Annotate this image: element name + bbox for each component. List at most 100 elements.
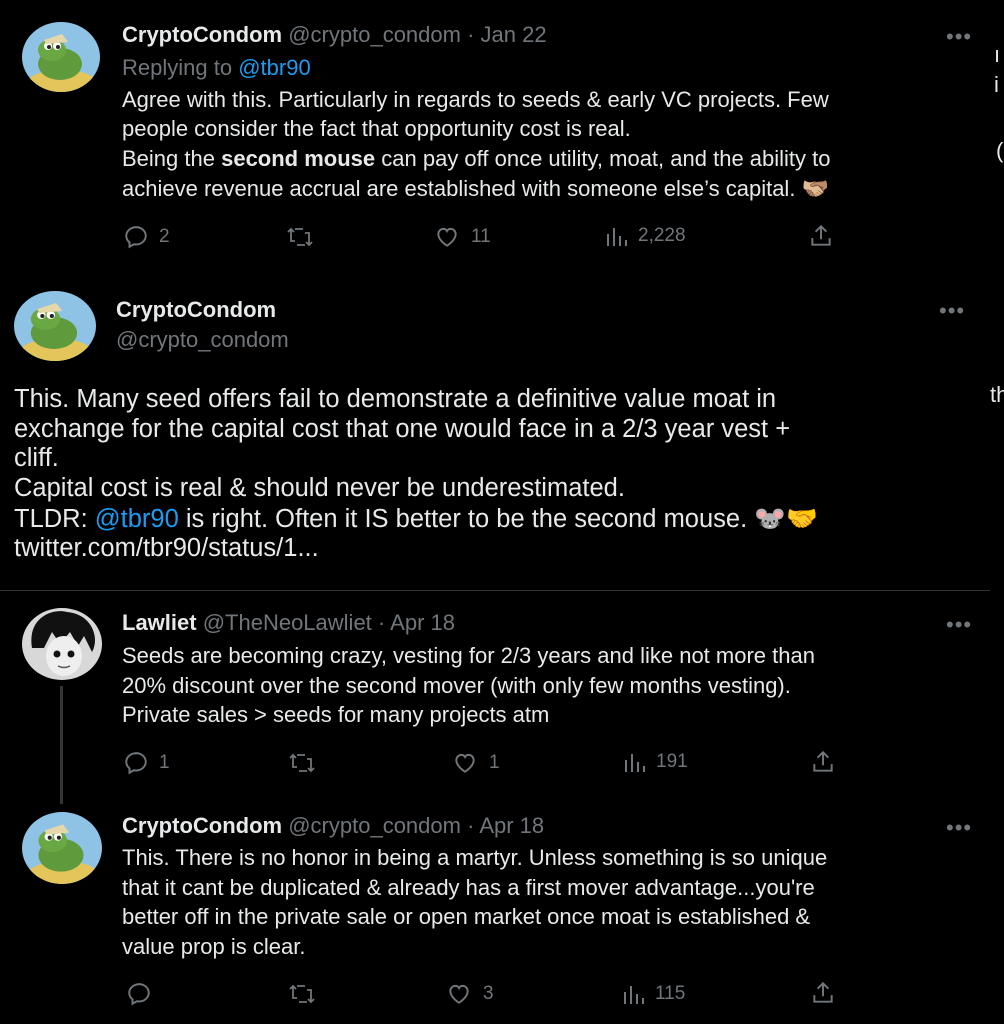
like-count: 1 [489, 752, 500, 773]
clipped-edge-text: th [990, 382, 1004, 407]
retweet-button[interactable] [288, 750, 316, 776]
retweet-button[interactable] [286, 224, 314, 250]
tweet1-line4: achieve revenue accrual are established … [122, 176, 829, 202]
share-icon [813, 750, 833, 772]
share-icon [811, 224, 831, 246]
tweet4-line3: better off in the private sale or open m… [122, 904, 811, 929]
tweet2-line2: exchange for the capital cost that one w… [14, 415, 791, 443]
retweet-icon [289, 753, 315, 773]
divider [0, 590, 990, 591]
avatar-cryptocondom[interactable] [14, 291, 96, 361]
retweet-icon [289, 984, 315, 1004]
views-icon [624, 986, 644, 1004]
avatar-lawliet[interactable] [22, 608, 102, 680]
like-button[interactable]: 1 [451, 750, 500, 776]
reply-icon [125, 226, 147, 249]
tweet2-line1: This. Many seed offers fail to demonstra… [14, 385, 777, 413]
heart-icon [437, 227, 457, 247]
frog-avatar-icon [22, 22, 100, 92]
views-icon [625, 754, 645, 772]
reply-icon [125, 752, 147, 775]
line3-start: Being the [122, 146, 215, 171]
more-options-icon[interactable]: ••• [939, 298, 965, 324]
reply-button[interactable]: 2 [123, 224, 170, 250]
tweet4-line4: value prop is clear. [122, 934, 306, 959]
views-button[interactable]: 2,228 [604, 224, 686, 248]
clipped-edge-text: i [994, 72, 999, 97]
more-options-icon[interactable]: ••• [946, 24, 972, 50]
share-icon [813, 981, 833, 1003]
reply-button[interactable]: 1 [123, 750, 170, 776]
tweet2-line3: cliff. [14, 444, 59, 472]
mention-link[interactable]: @tbr90 [95, 505, 179, 533]
tweet2-line4: Capital cost is real & should never be u… [14, 474, 625, 502]
tweet1-line1: Agree with this. Particularly in regards… [122, 87, 829, 112]
status-link[interactable]: twitter.com/tbr90/status/1... [14, 534, 319, 563]
tweet4-line1: This. There is no honor in being a marty… [122, 845, 828, 870]
tweet1-header: CryptoCondom @crypto_condom · Jan 22 [122, 22, 547, 48]
author-name[interactable]: CryptoCondom [116, 297, 276, 323]
like-button[interactable]: 3 [445, 981, 494, 1007]
view-count: 2,228 [638, 225, 686, 246]
handshake-emoji: 🫱🏼‍🫲🏽 [801, 176, 829, 201]
author-name[interactable]: Lawliet [122, 610, 197, 635]
clipped-edge-text: ( [996, 138, 1004, 163]
author-handle[interactable]: @crypto_condom [288, 813, 461, 838]
reply-count: 1 [159, 752, 170, 773]
retweet-button[interactable] [288, 981, 316, 1007]
tweet4-header: CryptoCondom @crypto_condom · Apr 18 [122, 813, 544, 839]
author-name[interactable]: CryptoCondom [122, 813, 282, 838]
like-count: 11 [471, 226, 491, 247]
tweet3-header: Lawliet @TheNeoLawliet · Apr 18 [122, 610, 455, 636]
replying-handle[interactable]: @tbr90 [238, 55, 310, 80]
like-count: 3 [483, 983, 494, 1004]
separator-dot: · [467, 813, 475, 838]
tweet3-line2: 20% discount over the second mover (with… [122, 673, 791, 698]
frog-avatar-icon [22, 812, 102, 884]
frog-avatar-icon [14, 291, 96, 361]
mouse-handshake-emoji: 🐭🤝 [754, 505, 818, 533]
heart-icon [455, 753, 475, 773]
heart-icon [449, 984, 469, 1004]
clipped-edge-text: ı [994, 42, 1001, 67]
tweet4-line2: that it cant be duplicated & already has… [122, 875, 815, 900]
tweet2-line5: TLDR: @tbr90 is right. Often it IS bette… [14, 504, 818, 534]
reply-button[interactable] [126, 981, 152, 1007]
separator-dot: · [467, 22, 475, 47]
avatar-cryptocondom[interactable] [22, 812, 102, 884]
author-handle[interactable]: @crypto_condom [288, 22, 461, 47]
view-count: 115 [655, 983, 686, 1004]
like-button[interactable]: 11 [433, 224, 491, 250]
share-button[interactable] [810, 749, 836, 775]
separator-dot: · [377, 610, 386, 635]
tldr-label: TLDR: [14, 505, 88, 533]
author-handle[interactable]: @TheNeoLawliet [203, 610, 372, 635]
tweet3-line3: Private sales > seeds for many projects … [122, 702, 550, 727]
tweet1-line3: Being the second mouse can pay off once … [122, 146, 831, 172]
tweet-date[interactable]: Apr 18 [479, 813, 544, 838]
author-handle[interactable]: @crypto_condom [116, 327, 289, 353]
tweet-date[interactable]: Apr 18 [390, 610, 455, 635]
more-options-icon[interactable]: ••• [946, 815, 972, 841]
line5-text: is right. Often it IS better to be the s… [185, 505, 748, 533]
views-icon [607, 228, 627, 246]
line4-text: achieve revenue accrual are established … [122, 176, 796, 201]
view-count: 191 [656, 751, 688, 772]
share-button[interactable] [808, 223, 834, 249]
replying-to: Replying to @tbr90 [122, 55, 311, 81]
thread-connector [60, 686, 63, 804]
share-button[interactable] [810, 980, 836, 1006]
replying-label: Replying to [122, 55, 233, 80]
line3-end: can pay off once utility, moat, and the … [381, 146, 831, 171]
views-button[interactable]: 115 [621, 982, 685, 1006]
tweet3-line1: Seeds are becoming crazy, vesting for 2/… [122, 643, 815, 668]
retweet-icon [287, 227, 313, 247]
views-button[interactable]: 191 [622, 750, 688, 774]
tweet-date[interactable]: Jan 22 [481, 22, 547, 47]
anime-avatar-icon [22, 608, 102, 680]
more-options-icon[interactable]: ••• [946, 612, 972, 638]
reply-count: 2 [159, 226, 170, 247]
avatar-cryptocondom[interactable] [22, 22, 100, 92]
author-name[interactable]: CryptoCondom [122, 22, 282, 47]
tweet1-line2: people consider the fact that opportunit… [122, 116, 631, 141]
